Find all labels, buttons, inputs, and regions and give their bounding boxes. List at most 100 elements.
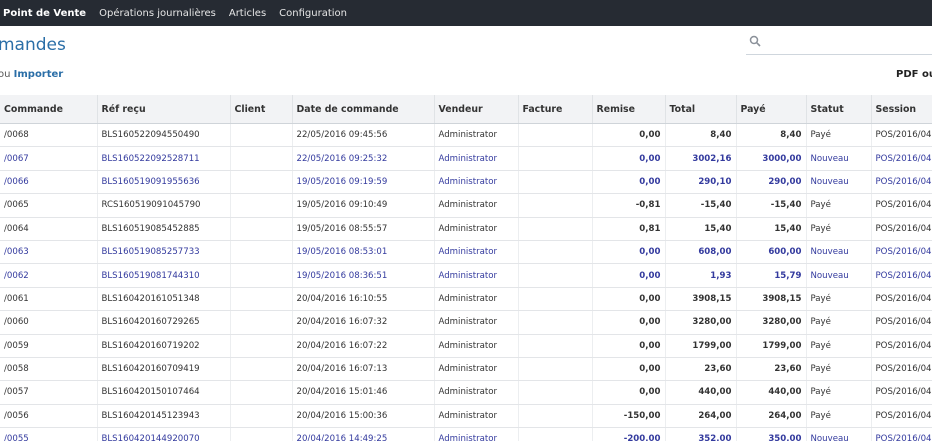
menu-configuration[interactable]: Configuration bbox=[279, 8, 347, 19]
cell-ref-recu: BLS160519085452885 bbox=[97, 217, 231, 241]
cell-client bbox=[230, 287, 293, 312]
table-row[interactable]: /0064 BLS160519085452885 19/05/2016 08:55:… bbox=[0, 217, 932, 241]
column-header-date[interactable]: Date de commande bbox=[292, 95, 435, 124]
table-row[interactable]: /0058 BLS160420160709419 20/04/2016 16:07:… bbox=[0, 357, 932, 382]
table-row[interactable]: /0056 BLS160420145123943 20/04/2016 15:00:… bbox=[0, 404, 932, 429]
top-menu-bar: Point de Vente Opérations journalières A… bbox=[0, 0, 932, 26]
cell-paye: 15,79 bbox=[736, 263, 807, 288]
cell-ref-recu: BLS160519081744310 bbox=[97, 263, 231, 288]
column-header-ref-recu[interactable]: Réf reçu bbox=[97, 95, 231, 124]
cell-statut: Nouveau bbox=[806, 170, 872, 195]
cell-vendeur: Administrator bbox=[434, 123, 519, 148]
cell-paye: 1799,00 bbox=[736, 334, 807, 358]
table-row[interactable]: /0062 BLS160519081744310 19/05/2016 08:36:… bbox=[0, 263, 932, 288]
cell-date: 20/04/2016 16:07:13 bbox=[292, 357, 435, 382]
cell-total: 608,00 bbox=[665, 240, 737, 265]
cell-vendeur: Administrator bbox=[434, 263, 519, 288]
search-icon[interactable] bbox=[749, 35, 761, 47]
cell-statut: Nouveau bbox=[806, 240, 872, 265]
cell-statut: Payé bbox=[806, 334, 872, 358]
cell-ref-recu: BLS160420160729265 bbox=[97, 310, 231, 335]
column-header-session[interactable]: Session bbox=[871, 95, 932, 124]
cell-total: 3002,16 bbox=[665, 146, 737, 171]
cell-paye: 440,00 bbox=[736, 380, 807, 405]
table-row[interactable]: /0068 BLS160522094550490 22/05/2016 09:45:… bbox=[0, 123, 932, 148]
menu-articles[interactable]: Articles bbox=[229, 8, 266, 19]
cell-vendeur: Administrator bbox=[434, 170, 519, 195]
cell-commande: /0068 bbox=[0, 123, 98, 148]
column-header-vendeur[interactable]: Vendeur bbox=[434, 95, 519, 124]
cell-remise: 0,00 bbox=[592, 123, 666, 148]
cell-facture bbox=[518, 263, 593, 288]
cell-ref-recu: BLS160420161051348 bbox=[97, 287, 231, 312]
cell-client bbox=[230, 240, 293, 265]
column-header-statut[interactable]: Statut bbox=[806, 95, 872, 124]
cell-paye: 3000,00 bbox=[736, 146, 807, 171]
cell-client bbox=[230, 357, 293, 382]
cell-session: POS/2016/04 bbox=[871, 380, 932, 405]
cell-statut: Payé bbox=[806, 217, 872, 241]
column-header-client[interactable]: Client bbox=[230, 95, 293, 124]
cell-remise: -150,00 bbox=[592, 404, 666, 429]
column-header-commande[interactable]: Commande bbox=[0, 95, 98, 124]
column-header-facture[interactable]: Facture bbox=[518, 95, 593, 124]
cell-vendeur: Administrator bbox=[434, 240, 519, 265]
cell-vendeur: Administrator bbox=[434, 310, 519, 335]
table-row[interactable]: /0061 BLS160420161051348 20/04/2016 16:10:… bbox=[0, 287, 932, 312]
cell-vendeur: Administrator bbox=[434, 287, 519, 312]
cell-statut: Payé bbox=[806, 287, 872, 312]
cell-facture bbox=[518, 310, 593, 335]
table-row[interactable]: /0060 BLS160420160729265 20/04/2016 16:07:… bbox=[0, 310, 932, 335]
cell-facture bbox=[518, 287, 593, 312]
cell-client bbox=[230, 263, 293, 288]
column-header-paye[interactable]: Payé bbox=[736, 95, 807, 124]
cell-remise: 0,00 bbox=[592, 287, 666, 312]
page-title: mandes bbox=[0, 35, 66, 55]
cell-session: POS/2016/04 bbox=[871, 193, 932, 218]
cell-paye: 264,00 bbox=[736, 404, 807, 429]
cell-client bbox=[230, 123, 293, 148]
column-header-remise[interactable]: Remise bbox=[592, 95, 666, 124]
cell-remise: 0,81 bbox=[592, 217, 666, 241]
cell-facture bbox=[518, 334, 593, 358]
cell-paye: -15,40 bbox=[736, 193, 807, 218]
table-row[interactable]: /0065 RCS160519091045790 19/05/2016 09:10:… bbox=[0, 193, 932, 218]
cell-statut: Nouveau bbox=[806, 146, 872, 171]
table-row[interactable]: /0059 BLS160420160719202 20/04/2016 16:07:… bbox=[0, 334, 932, 358]
cell-commande: /0055 bbox=[0, 427, 98, 441]
cell-total: 1,93 bbox=[665, 263, 737, 288]
table-row[interactable]: /0066 BLS160519091955636 19/05/2016 09:19:… bbox=[0, 170, 932, 195]
cell-remise: 0,00 bbox=[592, 170, 666, 195]
search-input[interactable] bbox=[746, 32, 932, 55]
cell-total: 23,60 bbox=[665, 357, 737, 382]
cell-client bbox=[230, 380, 293, 405]
cell-vendeur: Administrator bbox=[434, 146, 519, 171]
cell-statut: Payé bbox=[806, 380, 872, 405]
cell-commande: /0056 bbox=[0, 404, 98, 429]
cell-session: POS/2016/04 bbox=[871, 427, 932, 441]
cell-facture bbox=[518, 380, 593, 405]
menu-operations-journalieres[interactable]: Opérations journalières bbox=[99, 8, 216, 19]
cell-commande: /0067 bbox=[0, 146, 98, 171]
cell-remise: -0,81 bbox=[592, 193, 666, 218]
cell-total: 440,00 bbox=[665, 380, 737, 405]
cell-facture bbox=[518, 357, 593, 382]
table-row[interactable]: /0057 BLS160420150107464 20/04/2016 15:01:… bbox=[0, 380, 932, 405]
cell-commande: /0061 bbox=[0, 287, 98, 312]
cell-date: 19/05/2016 09:19:59 bbox=[292, 170, 435, 195]
export-links[interactable]: PDF ou bbox=[896, 69, 932, 80]
or-text: ou bbox=[0, 69, 11, 80]
cell-facture bbox=[518, 146, 593, 171]
menu-point-de-vente[interactable]: Point de Vente bbox=[3, 8, 86, 19]
cell-ref-recu: BLS160420144920070 bbox=[97, 427, 231, 441]
cell-date: 19/05/2016 08:53:01 bbox=[292, 240, 435, 265]
cell-total: 1799,00 bbox=[665, 334, 737, 358]
import-link[interactable]: Importer bbox=[14, 69, 64, 80]
cell-ref-recu: RCS160519091045790 bbox=[97, 193, 231, 218]
table-row[interactable]: /0063 BLS160519085257733 19/05/2016 08:53:… bbox=[0, 240, 932, 265]
table-row[interactable]: /0067 BLS160522092528711 22/05/2016 09:25:… bbox=[0, 146, 932, 171]
cell-commande: /0064 bbox=[0, 217, 98, 241]
column-header-total[interactable]: Total bbox=[665, 95, 737, 124]
table-row[interactable]: /0055 BLS160420144920070 20/04/2016 14:49:… bbox=[0, 427, 932, 441]
orders-table-container: Commande Réf reçu Client Date de command… bbox=[0, 95, 932, 441]
